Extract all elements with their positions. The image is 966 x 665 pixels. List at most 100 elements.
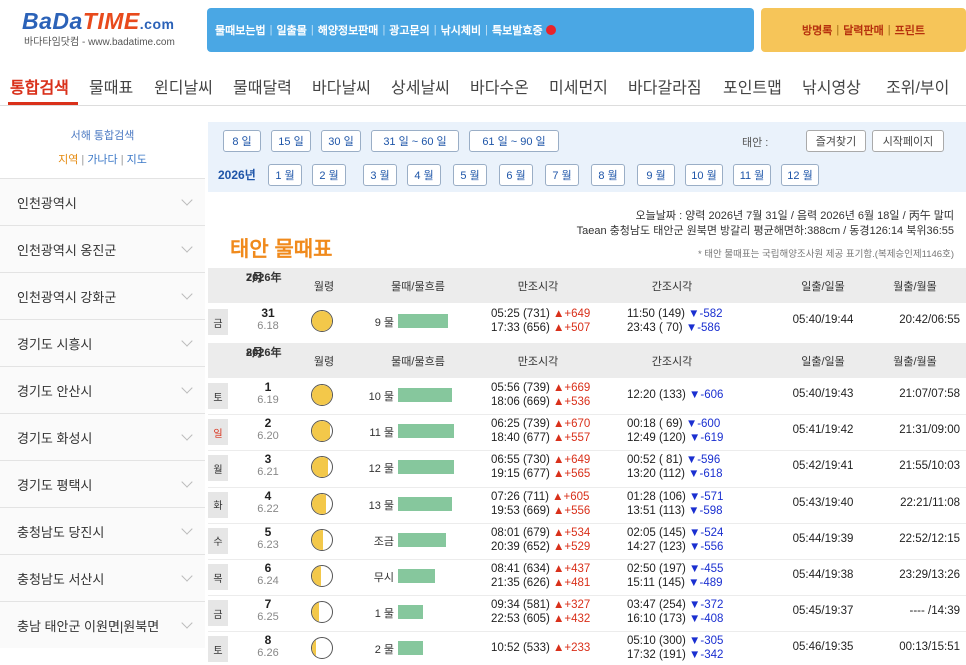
chevron-down-icon [181,288,193,300]
low-tide-time: 11:50 (149) [627,308,685,320]
low-tide-time: 12:49 (120) [627,432,686,445]
link-sunrise[interactable]: 일출몰 [276,22,306,38]
link-calendar-sale[interactable]: 달력판매 [843,22,883,38]
moon-lit-portion [312,311,332,331]
month-button[interactable]: 5 월 [453,164,487,186]
sidebar-item[interactable]: 경기도 화성시 [0,413,205,460]
high-tide-time: 09:34 (581) [491,599,550,612]
sidebar-item-label: 충남 태안군 이원면|원북면 [17,618,160,634]
nav-fine-dust[interactable]: 미세먼지 [549,74,608,98]
nav-detail-weather[interactable]: 상세날씨 [391,74,450,98]
sidebar-item[interactable]: 충남 태안군 이원면|원북면 [0,601,205,648]
high-tide-diff: ▲+605 [552,490,590,503]
sidebar-search-title[interactable]: 서해 통합검색 [0,118,205,143]
sidebar-item[interactable]: 충청남도 서산시 [0,554,205,601]
low-tide-cell: 03:47 (254) ▼-372 16:10 (173) ▼-408 [627,598,723,626]
low-tide-diff: ▼-598 [688,504,723,517]
nav-fishing-video[interactable]: 낚시영상 [802,74,861,98]
high-tide-time: 07:26 (711) [491,490,549,503]
tide-flow-bar [398,569,435,583]
low-tide-time: 03:47 (254) [627,599,686,612]
moonrise-moonset: 21:31/09:00 [899,424,960,437]
link-ads[interactable]: 광고문의 [389,22,429,38]
sidebar-item[interactable]: 인천광역시 강화군 [0,272,205,319]
low-tide-cell: 02:05 (145) ▼-524 14:27 (123) ▼-556 [627,526,723,554]
sort-alpha[interactable]: 가나다 [87,154,117,166]
range-61-90-days[interactable]: 61 일 ~ 90 일 [469,130,559,152]
nav-tide-buoy[interactable]: 조위/부이 [886,74,949,98]
low-tide-diff: ▼-596 [685,454,721,467]
nav-sea-parting[interactable]: 바다갈라짐 [628,74,702,98]
weekday: 일 [208,419,228,446]
link-fishing[interactable]: 낚시체비 [441,22,481,38]
high-tide-time: 06:55 (730) [491,454,550,467]
month-button[interactable]: 8 월 [591,164,625,186]
high-tide-cell: 09:34 (581) ▲+327 22:53 (605) ▲+432 [491,598,590,626]
link-separator: | [310,24,314,36]
chevron-down-icon [181,476,193,488]
month-button[interactable]: 2 월 [312,164,346,186]
solar-date: 1 [264,380,272,394]
month-button[interactable]: 7 월 [545,164,579,186]
table-header-july: 2026年 7月 월령 물때/물흐름 만조시각 간조시각 일출/일몰 월출/월몰 [208,268,966,303]
month-button[interactable]: 3 월 [363,164,397,186]
nav-tide-calendar[interactable]: 물때달력 [233,74,292,98]
sidebar-item[interactable]: 경기도 안산시 [0,366,205,413]
range-8-days[interactable]: 8 일 [223,130,261,152]
lunar-date: 6.24 [257,575,279,587]
sidebar-item[interactable]: 인천광역시 [0,178,205,225]
link-sales[interactable]: 해양정보판매 [318,22,379,38]
link-separator: | [836,24,840,36]
date-filter-panel: 8 일 15 일 30 일 31 일 ~ 60 일 61 일 ~ 90 일 태안… [208,122,966,192]
range-30-days[interactable]: 30 일 [321,130,361,152]
site-logo[interactable]: BaDaTIME.com 바다타임닷컴 - www.badatime.com [22,8,192,52]
tide-flow-bar [398,496,452,511]
homepage-button[interactable]: 시작페이지 [872,130,944,152]
low-tide-time: 02:50 (197) [627,563,686,575]
month-button[interactable]: 9 월 [637,164,675,186]
high-tide-cell: 08:41 (634) ▲+437 21:35 (626) ▲+481 [491,562,590,590]
link-guestbook[interactable]: 방명록 [802,22,832,38]
sort-region[interactable]: 지역 [58,154,78,166]
chevron-down-icon [181,617,193,629]
sidebar-item[interactable]: 충청남도 당진시 [0,507,205,554]
range-31-60-days[interactable]: 31 일 ~ 60 일 [371,130,459,152]
moon-lit-portion [312,421,330,442]
low-tide-cell: 12:20 (133) ▼-606 [627,388,723,402]
month-button[interactable]: 4 월 [407,164,441,186]
sidebar-item-label: 경기도 시흥시 [17,336,93,352]
date-cell: 4 6.22 [246,489,290,516]
sidebar-item[interactable]: 경기도 시흥시 [0,319,205,366]
logo-bada: BaDa [22,8,83,34]
month-button[interactable]: 12 월 [781,164,819,186]
link-warning[interactable]: 특보발효중 [492,22,543,38]
nav-windy[interactable]: 윈디날씨 [154,74,213,98]
month-button[interactable]: 1 월 [268,164,302,186]
moon-phase-icon [311,637,333,660]
link-print[interactable]: 프린트 [895,22,925,38]
range-15-days[interactable]: 15 일 [271,130,311,152]
moon-phase-icon [311,601,333,624]
col-tide: 물때/물흐름 [391,281,445,293]
low-tide-time: 00:18 ( 69) [627,418,683,431]
month-button[interactable]: 10 월 [685,164,723,186]
sidebar-item[interactable]: 경기도 평택시 [0,460,205,507]
nav-tide-table[interactable]: 물때표 [89,74,133,98]
table-row: 일 2 6.20 11 물 06:25 (739) ▲+670 18:40 (677) ▲… [208,415,966,448]
month-button[interactable]: 6 월 [499,164,533,186]
link-separator: | [269,24,273,36]
date-cell: 31 6.18 [246,307,290,333]
nav-search[interactable]: 통합검색 [10,74,69,98]
nav-point-map[interactable]: 포인트맵 [723,74,782,98]
link-how-to[interactable]: 물때보는법 [215,22,266,38]
sidebar-item[interactable]: 인천광역시 옹진군 [0,225,205,272]
nav-sea-weather[interactable]: 바다날씨 [312,74,371,98]
sort-map[interactable]: 지도 [127,154,147,166]
month-button[interactable]: 11 월 [733,164,771,186]
place-label: 태안 : [742,137,769,149]
nav-sea-temp[interactable]: 바다수온 [470,74,529,98]
moon-lit-portion [312,602,319,623]
table-row: 금 7 6.25 1 물 09:34 (581) ▲+327 22:53 (605) ▲+… [208,596,966,629]
bookmark-button[interactable]: 즐겨찾기 [806,130,866,152]
chevron-down-icon [181,523,193,535]
